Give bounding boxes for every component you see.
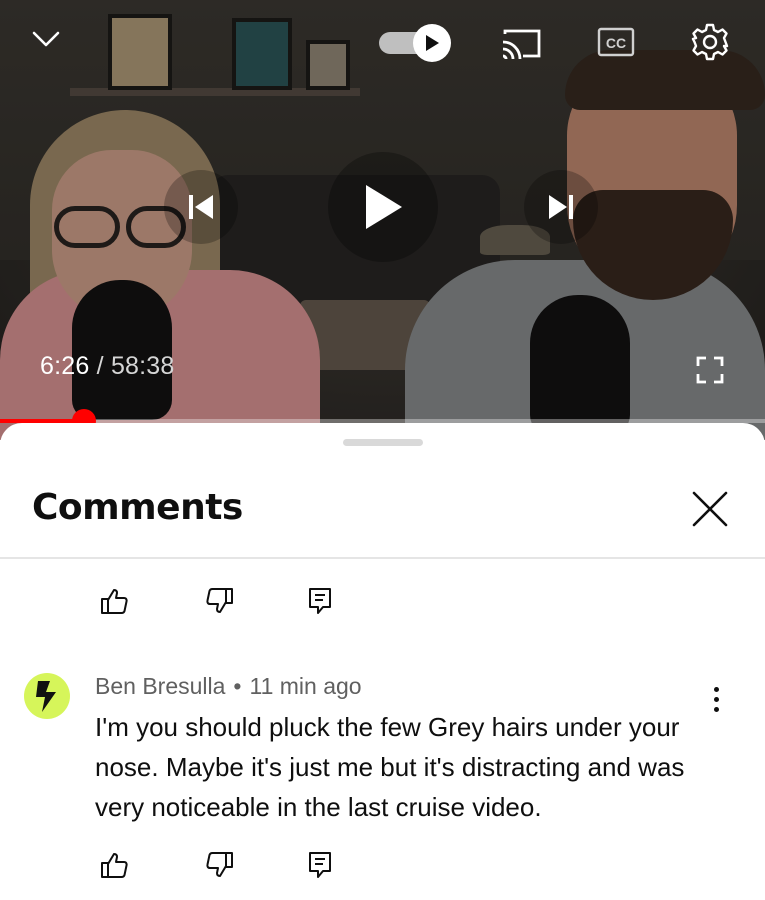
autoplay-toggle[interactable] — [379, 24, 453, 62]
duration: 58:38 — [110, 352, 175, 380]
time-separator: / — [96, 352, 104, 380]
cc-icon: CC — [597, 27, 635, 57]
close-comments-button[interactable] — [688, 487, 732, 531]
comment-time: 11 min ago — [249, 673, 362, 699]
settings-gear-icon — [691, 23, 729, 61]
fullscreen-icon — [696, 356, 724, 384]
settings-button[interactable] — [688, 20, 732, 64]
comment-meta: Ben Bresulla • 11 min ago — [95, 673, 362, 700]
avatar[interactable] — [24, 673, 70, 719]
close-icon — [692, 491, 728, 527]
previous-comment-actions — [88, 581, 348, 621]
timecode: 6:26 / 58:38 — [40, 352, 175, 381]
next-icon — [549, 195, 573, 219]
lightning-bolt-icon — [36, 681, 56, 712]
thumb-up-icon — [101, 853, 128, 878]
chevron-down-icon — [32, 31, 60, 47]
more-dot-icon — [713, 696, 719, 702]
more-dot-icon — [713, 686, 719, 692]
fullscreen-button[interactable] — [692, 352, 728, 388]
thumb-down-icon — [206, 588, 233, 613]
comment-author[interactable]: Ben Bresulla — [95, 673, 225, 699]
play-icon — [366, 185, 402, 229]
comments-panel: Comments Ben Bresulla • 11 min ago I'm y… — [0, 423, 765, 900]
previous-video-button[interactable] — [164, 170, 238, 244]
dislike-button[interactable] — [200, 845, 240, 885]
dislike-button[interactable] — [200, 581, 240, 621]
comment-actions — [88, 845, 348, 885]
like-button[interactable] — [94, 845, 134, 885]
cast-button[interactable] — [498, 24, 544, 62]
reply-button[interactable] — [300, 845, 340, 885]
comment-text: I'm you should pluck the few Grey hairs … — [95, 712, 685, 822]
video-player[interactable]: CC 6:26 / 58:38 — [0, 0, 765, 440]
play-button[interactable] — [328, 152, 438, 262]
thumb-down-icon — [206, 852, 233, 877]
comments-title: Comments — [32, 487, 243, 528]
reply-icon — [309, 588, 331, 614]
minimize-player-button[interactable] — [24, 22, 68, 56]
cast-icon — [502, 29, 541, 60]
thumb-up-icon — [101, 589, 128, 614]
next-video-button[interactable] — [524, 170, 598, 244]
meta-separator: • — [233, 673, 242, 699]
previous-icon — [189, 195, 213, 219]
current-time: 6:26 — [40, 352, 90, 380]
cc-label: CC — [606, 35, 626, 51]
reply-icon — [309, 852, 331, 878]
divider — [0, 557, 765, 559]
play-icon — [426, 35, 439, 51]
drag-handle[interactable] — [343, 439, 423, 446]
reply-button[interactable] — [300, 581, 340, 621]
captions-button[interactable]: CC — [596, 26, 636, 58]
like-button[interactable] — [94, 581, 134, 621]
